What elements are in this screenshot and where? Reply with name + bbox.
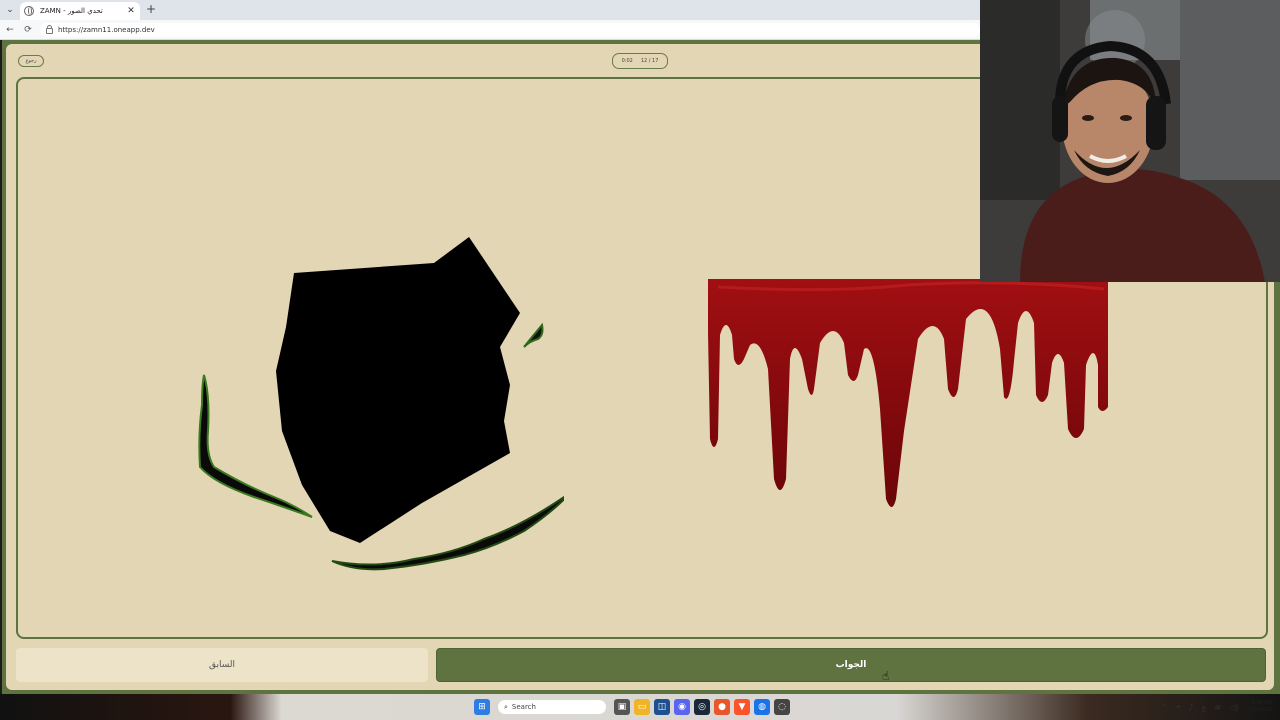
app-icon[interactable]: ● bbox=[714, 699, 730, 715]
back-arrow-icon[interactable]: ← bbox=[4, 24, 16, 36]
url-input[interactable]: https://zamn11.oneapp.dev bbox=[40, 23, 980, 37]
tab-title: ZAMN - تحدي الصور bbox=[40, 7, 103, 15]
wifi-icon[interactable]: ≋ bbox=[1214, 703, 1221, 712]
previous-button[interactable]: السابق bbox=[16, 648, 428, 682]
microphone-icon[interactable]: ♪ bbox=[1188, 703, 1193, 712]
browser-tab[interactable]: ZAMN - تحدي الصور ✕ bbox=[20, 2, 140, 20]
search-icon: ⌕ bbox=[504, 702, 508, 711]
file-explorer-icon[interactable]: ▭ bbox=[634, 699, 650, 715]
close-tab-icon[interactable]: ✕ bbox=[126, 6, 136, 16]
tab-list-button[interactable]: ⌄ bbox=[4, 4, 16, 16]
steam-icon[interactable]: ◎ bbox=[694, 699, 710, 715]
counter-text: 12 / 17 bbox=[640, 58, 659, 64]
webcam-overlay bbox=[980, 0, 1280, 282]
network-icon[interactable]: ⌖ bbox=[1176, 702, 1181, 712]
brave-browser-icon[interactable]: ▼ bbox=[734, 699, 750, 715]
progress-pill: 0:02 12 / 17 bbox=[612, 53, 668, 69]
windows-start-icon[interactable]: ⊞ bbox=[474, 699, 490, 715]
taskbar-search-input[interactable]: ⌕ Search bbox=[498, 700, 606, 714]
chevron-up-icon[interactable]: ⌃ bbox=[1161, 703, 1168, 712]
taskbar-apps: ⊞ ⌕ Search ▣ ▭ ◫ ◉ ◎ ● ▼ ◍ ◌ bbox=[474, 697, 790, 717]
system-tray: ⌃ ⌖ ♪ ع ≋ ◁) 4:49 AM 2/20/2026 bbox=[1161, 697, 1272, 717]
clock[interactable]: 4:49 AM 2/20/2026 bbox=[1246, 700, 1272, 714]
store-icon[interactable]: ◫ bbox=[654, 699, 670, 715]
timer-text: 0:02 bbox=[621, 58, 633, 64]
obs-icon[interactable]: ◌ bbox=[774, 699, 790, 715]
windows-taskbar: ⊞ ⌕ Search ▣ ▭ ◫ ◉ ◎ ● ▼ ◍ ◌ ⌃ ⌖ ♪ ع ≋ ◁… bbox=[0, 694, 1280, 720]
mouse-pointer-icon: ☝ bbox=[882, 669, 890, 683]
reload-icon[interactable]: ⟳ bbox=[22, 24, 34, 36]
lock-icon bbox=[46, 25, 53, 34]
clock-time: 4:49 AM bbox=[1251, 700, 1272, 706]
dripping-blood-image bbox=[708, 279, 1108, 507]
chrome-icon[interactable]: ◍ bbox=[754, 699, 770, 715]
clock-date: 2/20/2026 bbox=[1246, 707, 1272, 713]
globe-icon bbox=[24, 6, 34, 16]
language-indicator[interactable]: ع bbox=[1202, 703, 1207, 712]
back-pill-button[interactable]: رجوع bbox=[18, 55, 44, 67]
answer-button[interactable]: الجواب bbox=[436, 648, 1266, 682]
url-text: https://zamn11.oneapp.dev bbox=[58, 26, 155, 34]
new-tab-button[interactable]: + bbox=[144, 2, 158, 16]
task-view-icon[interactable]: ▣ bbox=[614, 699, 630, 715]
black-paper-tear-image bbox=[198, 237, 564, 571]
search-placeholder: Search bbox=[511, 703, 536, 711]
volume-icon[interactable]: ◁) bbox=[1229, 703, 1238, 712]
discord-icon[interactable]: ◉ bbox=[674, 699, 690, 715]
